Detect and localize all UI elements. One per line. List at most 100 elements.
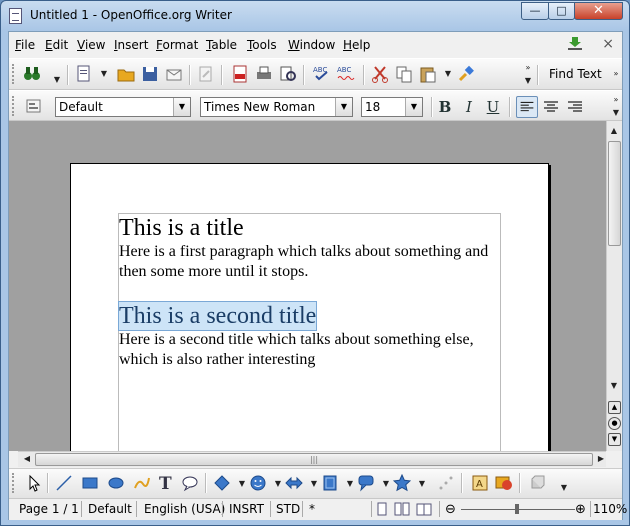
cut-icon[interactable] xyxy=(371,65,389,83)
toolbar-options-arrow[interactable]: ▼ xyxy=(521,74,535,88)
page-style-indicator[interactable]: Default xyxy=(88,502,132,516)
scroll-down-arrow[interactable]: ▼ xyxy=(607,379,621,393)
minimize-button[interactable]: — xyxy=(521,2,549,20)
find-text-label[interactable]: Find Text xyxy=(549,67,602,81)
bold-button[interactable]: B xyxy=(435,97,455,117)
autospellcheck-icon[interactable]: ABC xyxy=(337,64,355,82)
menu-table[interactable]: Table xyxy=(206,38,237,52)
stars-dropdown-arrow[interactable]: ▼ xyxy=(415,477,429,491)
toolbar-grip[interactable] xyxy=(12,64,17,84)
ellipse-icon[interactable] xyxy=(107,474,125,492)
single-page-view-icon[interactable] xyxy=(376,502,388,516)
insert-image-icon[interactable] xyxy=(495,474,513,492)
rectangle-icon[interactable] xyxy=(81,474,99,492)
flowchart-dropdown-arrow[interactable]: ▼ xyxy=(343,477,357,491)
underline-button[interactable]: U xyxy=(483,97,503,117)
copy-icon[interactable] xyxy=(395,65,413,83)
find-toolbar-more[interactable]: » xyxy=(609,67,623,81)
menu-edit[interactable]: Edit xyxy=(45,38,68,52)
export-pdf-icon[interactable] xyxy=(231,65,249,83)
navigation-button[interactable]: ● xyxy=(608,417,621,430)
title-bar[interactable]: Untitled 1 - OpenOffice.org Writer — □ ✕ xyxy=(1,1,629,31)
paste-dropdown-arrow[interactable]: ▼ xyxy=(441,67,455,81)
document-text[interactable]: This is a title Here is a first paragrap… xyxy=(117,214,504,370)
toolbar-grip[interactable] xyxy=(12,96,17,116)
zoom-slider-thumb[interactable] xyxy=(515,504,519,514)
save-icon[interactable] xyxy=(141,65,159,83)
email-document-icon[interactable] xyxy=(165,65,183,83)
arrows-dropdown-arrow[interactable]: ▼ xyxy=(307,477,321,491)
heading-1[interactable]: This is a title xyxy=(119,214,504,242)
page-indicator[interactable]: Page 1 / 1 xyxy=(19,502,79,516)
chevron-down-icon[interactable]: ▼ xyxy=(335,98,352,116)
chevron-down-icon[interactable]: ▼ xyxy=(405,98,422,116)
points-icon[interactable] xyxy=(437,474,455,492)
horizontal-scrollbar[interactable]: ◀ ||| ▶ xyxy=(18,451,606,467)
book-view-icon[interactable] xyxy=(416,502,432,516)
symbols-dropdown-arrow[interactable]: ▼ xyxy=(271,477,285,491)
download-update-icon[interactable] xyxy=(567,37,583,50)
symbol-shapes-icon[interactable] xyxy=(249,474,267,492)
menu-format[interactable]: Format xyxy=(156,38,198,52)
next-page-button[interactable]: ▼ xyxy=(608,433,621,446)
menu-file[interactable]: File xyxy=(15,38,35,52)
basic-shapes-icon[interactable] xyxy=(213,474,231,492)
text-tool-icon[interactable]: T xyxy=(159,474,172,494)
language-indicator[interactable]: English (USA) xyxy=(144,502,225,516)
fontwork-icon[interactable]: A xyxy=(471,474,489,492)
align-right-icon[interactable] xyxy=(566,97,584,115)
spellcheck-icon[interactable]: ABC xyxy=(313,64,331,82)
callout-icon[interactable] xyxy=(181,474,199,492)
font-name-combo[interactable]: Times New Roman ▼ xyxy=(200,97,353,117)
heading-2-selected[interactable]: This is a second title xyxy=(117,301,318,331)
zoom-in-button[interactable]: ⊕ xyxy=(575,502,586,517)
menu-help[interactable]: Help xyxy=(343,38,370,52)
formatting-more-button[interactable]: » xyxy=(609,93,623,107)
formatting-options-arrow[interactable]: ▼ xyxy=(609,106,623,120)
align-left-icon[interactable] xyxy=(516,96,538,118)
extrusion-icon[interactable] xyxy=(529,474,547,492)
styles-formatting-icon[interactable] xyxy=(25,97,43,115)
selection-mode-indicator[interactable]: STD xyxy=(276,502,300,516)
toolbar-grip[interactable] xyxy=(12,473,17,493)
align-center-icon[interactable] xyxy=(542,97,560,115)
zoom-out-button[interactable]: ⊖ xyxy=(445,502,456,517)
chevron-down-icon[interactable]: ▼ xyxy=(173,98,190,116)
toolbar-more-button[interactable]: » xyxy=(521,61,535,75)
new-dropdown-arrow[interactable]: ▼ xyxy=(97,67,111,81)
callouts-icon[interactable] xyxy=(357,474,375,492)
paragraph-1[interactable]: Here is a first paragraph which talks ab… xyxy=(119,242,504,282)
italic-button[interactable]: I xyxy=(459,97,479,117)
paragraph-2[interactable]: Here is a second title which talks about… xyxy=(119,330,504,370)
toolbar-dropdown-arrow[interactable]: ▼ xyxy=(50,73,64,87)
close-button[interactable]: ✕ xyxy=(574,2,623,20)
stars-icon[interactable] xyxy=(393,474,411,492)
block-arrows-icon[interactable] xyxy=(285,474,303,492)
menu-window[interactable]: Window xyxy=(288,38,335,52)
open-folder-icon[interactable] xyxy=(117,65,135,83)
font-size-combo[interactable]: 18 ▼ xyxy=(361,97,423,117)
zoom-percentage[interactable]: 110% xyxy=(593,502,627,516)
menu-tools[interactable]: Tools xyxy=(247,38,277,52)
print-icon[interactable] xyxy=(255,65,273,83)
edit-file-icon[interactable] xyxy=(197,65,215,83)
line-icon[interactable] xyxy=(55,474,73,492)
paragraph-style-combo[interactable]: Default ▼ xyxy=(55,97,191,117)
previous-page-button[interactable]: ▲ xyxy=(608,401,621,414)
scroll-up-arrow[interactable]: ▲ xyxy=(607,124,621,138)
scroll-left-arrow[interactable]: ◀ xyxy=(20,452,34,466)
format-paintbrush-icon[interactable] xyxy=(457,65,475,83)
vertical-scroll-thumb[interactable] xyxy=(608,141,621,246)
binoculars-icon[interactable] xyxy=(23,64,41,82)
insert-mode-indicator[interactable]: INSRT xyxy=(229,502,264,516)
flowchart-icon[interactable] xyxy=(321,474,339,492)
menu-insert[interactable]: Insert xyxy=(114,38,148,52)
horizontal-scroll-thumb[interactable]: ||| xyxy=(35,453,593,466)
select-arrow-icon[interactable] xyxy=(25,474,43,492)
vertical-scrollbar[interactable]: ▲ ▼ ▲ ● ▼ xyxy=(606,121,622,451)
callouts-dropdown-arrow[interactable]: ▼ xyxy=(379,477,393,491)
paste-icon[interactable] xyxy=(419,65,437,83)
close-document-button[interactable]: × xyxy=(602,36,614,52)
new-document-icon[interactable] xyxy=(75,65,93,83)
scroll-right-arrow[interactable]: ▶ xyxy=(594,452,608,466)
